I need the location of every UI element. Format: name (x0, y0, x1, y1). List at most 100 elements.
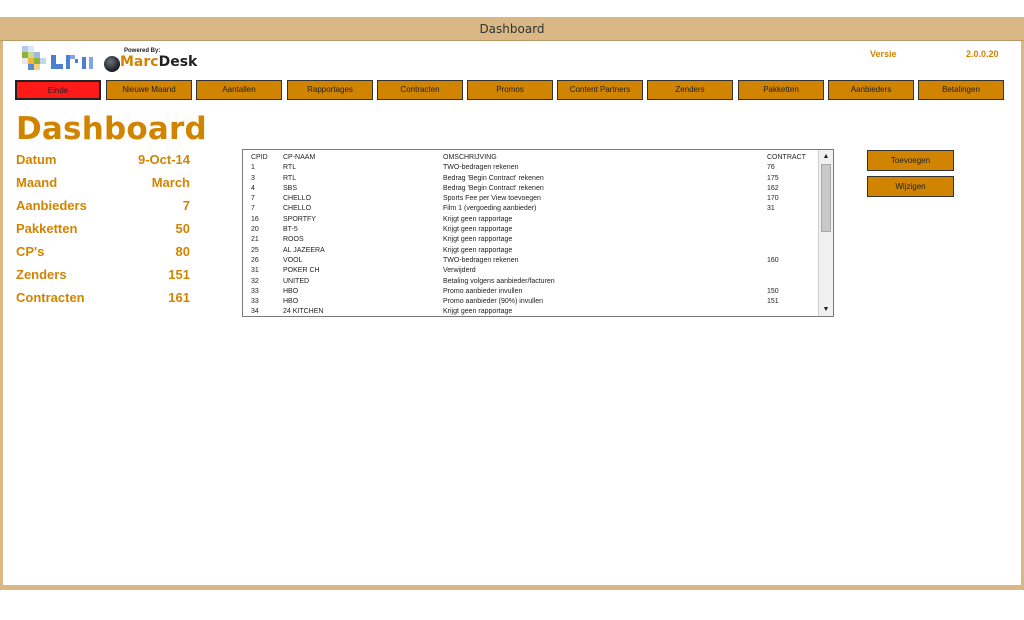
window-title-bar: Dashboard (0, 17, 1024, 41)
rapportages-button[interactable]: Rapportages (287, 80, 373, 100)
list-row[interactable]: 21 ROOS Krijgt geen rapportage (249, 235, 819, 245)
list-header-row: CPID CP-NAAM OMSCHRIJVING CONTRACT (249, 153, 819, 163)
cell-omschrijving: Verwijderd (443, 267, 476, 275)
wijzigen-button[interactable]: Wijzigen (867, 176, 954, 197)
cell-omschrijving: Sports Fee per View toevoegen (443, 195, 541, 203)
brand-suffix: Desk (158, 54, 198, 70)
cell-omschrijving: Bedrag 'Begin Contract' rekenen (443, 174, 544, 182)
cell-cp-naam: VOOL (283, 256, 303, 264)
betalingen-button[interactable]: Betalingen (918, 80, 1004, 100)
stat-value-zenders: 151 (168, 267, 190, 282)
scroll-down-arrow-icon[interactable]: ▼ (819, 303, 833, 316)
cell-cp-naam: AL JAZEERA (283, 246, 325, 254)
stat-label-aanbieders: Aanbieders (16, 198, 87, 213)
list-row[interactable]: 3 RTL Bedrag 'Begin Contract' rekenen 175 (249, 174, 819, 184)
cell-cp-naam: RTL (283, 174, 297, 182)
cell-contract: 160 (767, 256, 779, 264)
cell-cpid: 7 (251, 205, 255, 213)
toevoegen-button[interactable]: Toevoegen (867, 150, 954, 171)
list-row[interactable]: 20 BT-5 Krijgt geen rapportage (249, 225, 819, 235)
globe-icon (104, 56, 120, 72)
cell-contract: 150 (767, 287, 779, 295)
cell-cp-naam: SBS (283, 184, 298, 192)
stat-value-maand: March (151, 175, 190, 190)
powered-by-logo: Powered By: MarcDesk (104, 48, 199, 76)
cell-cp-naam: CHELLO (283, 195, 312, 203)
version-label: Versie (870, 49, 897, 59)
pakketten-button[interactable]: Pakketten (738, 80, 824, 100)
stat-value-pakketten: 50 (175, 221, 190, 236)
scrollbar-thumb[interactable] (821, 164, 831, 232)
stat-label-maand: Maand (16, 175, 58, 190)
cell-omschrijving: TWO-bedragen rekenen (443, 164, 519, 172)
list-row[interactable]: 32 UNITED Betaling volgens aanbieder/factu… (249, 277, 819, 287)
cell-cp-naam: ROOS (283, 236, 304, 244)
stat-label-pakketten: Pakketten (16, 221, 78, 236)
stat-value-cps: 80 (175, 244, 190, 259)
cell-cp-naam: UNITED (283, 277, 310, 285)
column-header-contract: CONTRACT (767, 154, 806, 161)
zenders-button[interactable]: Zenders (647, 80, 733, 100)
brand-name: MarcDesk (120, 54, 197, 70)
cell-omschrijving: TWO-bedragen rekenen (443, 256, 519, 264)
list-row[interactable]: 1 RTL TWO-bedragen rekenen 76 (249, 163, 819, 173)
page-title: Dashboard (16, 111, 207, 147)
nieuwe-maand-button[interactable]: Nieuwe Maand (106, 80, 192, 100)
cell-cp-naam: BT-5 (283, 226, 298, 234)
contracts-listbox[interactable]: CPID CP-NAAM OMSCHRIJVING CONTRACT 1 RTL T… (242, 149, 834, 317)
company-logo (22, 46, 93, 70)
cell-contract: 76 (767, 164, 775, 172)
cell-omschrijving: Film 1 (vergoeding aanbieder) (443, 205, 537, 213)
list-row[interactable]: 7 CHELLO Film 1 (vergoeding aanbieder) 31 (249, 204, 819, 214)
list-row[interactable]: 33 HBO Promo aanbieder invullen 150 (249, 287, 819, 297)
einde-button[interactable]: Einde (15, 80, 101, 100)
list-scrollbar[interactable]: ▲ ▼ (818, 150, 833, 316)
content-partners-button[interactable]: Content Partners (557, 80, 643, 100)
stat-label-zenders: Zenders (16, 267, 67, 282)
scroll-up-arrow-icon[interactable]: ▲ (819, 150, 833, 163)
cell-cpid: 25 (251, 246, 259, 254)
contracten-button[interactable]: Contracten (377, 80, 463, 100)
cell-cp-naam: HBO (283, 298, 299, 306)
list-content: CPID CP-NAAM OMSCHRIJVING CONTRACT 1 RTL T… (249, 153, 819, 316)
stat-label-cps: CP's (16, 244, 45, 259)
cell-cp-naam: CHELLO (283, 205, 312, 213)
cell-contract: 175 (767, 174, 779, 182)
list-row[interactable]: 31 POKER CH Verwijderd (249, 266, 819, 276)
cell-omschrijving: Promo aanbieder (90%) invullen (443, 298, 543, 306)
stat-value-datum: 9-Oct-14 (137, 152, 190, 167)
list-row[interactable]: 7 CHELLO Sports Fee per View toevoegen 170 (249, 194, 819, 204)
cell-cpid: 3 (251, 174, 255, 182)
aanbieders-button[interactable]: Aanbieders (828, 80, 914, 100)
column-header-cp-naam: CP-NAAM (283, 154, 316, 161)
cell-cpid: 4 (251, 184, 255, 192)
promos-button[interactable]: Promos (467, 80, 553, 100)
aantallen-button[interactable]: Aantallen (196, 80, 282, 100)
cell-cpid: 20 (251, 226, 259, 234)
stat-value-contracten: 161 (168, 290, 190, 305)
list-row[interactable]: 25 AL JAZEERA Krijgt geen rapportage (249, 246, 819, 256)
list-row[interactable]: 33 HBO Promo aanbieder (90%) invullen 151 (249, 297, 819, 307)
cell-cp-naam: HBO (283, 287, 299, 295)
list-row[interactable]: 26 VOOL TWO-bedragen rekenen 160 (249, 256, 819, 266)
cell-cp-naam: RTL (283, 164, 297, 172)
cell-cp-naam: SPORTFY (283, 215, 316, 223)
list-row[interactable]: 34 24 KITCHEN Krijgt geen rapportage (249, 307, 819, 316)
list-row[interactable]: 4 SBS Bedrag 'Begin Contract' rekenen 162 (249, 184, 819, 194)
cell-cpid: 21 (251, 236, 259, 244)
cell-contract: 31 (767, 205, 775, 213)
cell-cpid: 1 (251, 164, 255, 172)
cell-cp-naam: 24 KITCHEN (283, 308, 324, 316)
cell-omschrijving: Promo aanbieder invullen (443, 287, 523, 295)
column-header-omschrijving: OMSCHRIJVING (443, 154, 497, 161)
column-header-cpid: CPID (251, 154, 268, 161)
cell-cpid: 26 (251, 256, 259, 264)
stat-value-aanbieders: 7 (182, 198, 190, 213)
stat-label-contracten: Contracten (16, 290, 85, 305)
window-title: Dashboard (479, 22, 545, 36)
cell-cpid: 32 (251, 277, 259, 285)
cell-cp-naam: POKER CH (283, 267, 320, 275)
list-row[interactable]: 16 SPORTFY Krijgt geen rapportage (249, 215, 819, 225)
cell-omschrijving: Betaling volgens aanbieder/facturen (443, 277, 555, 285)
cell-omschrijving: Krijgt geen rapportage (443, 308, 513, 316)
